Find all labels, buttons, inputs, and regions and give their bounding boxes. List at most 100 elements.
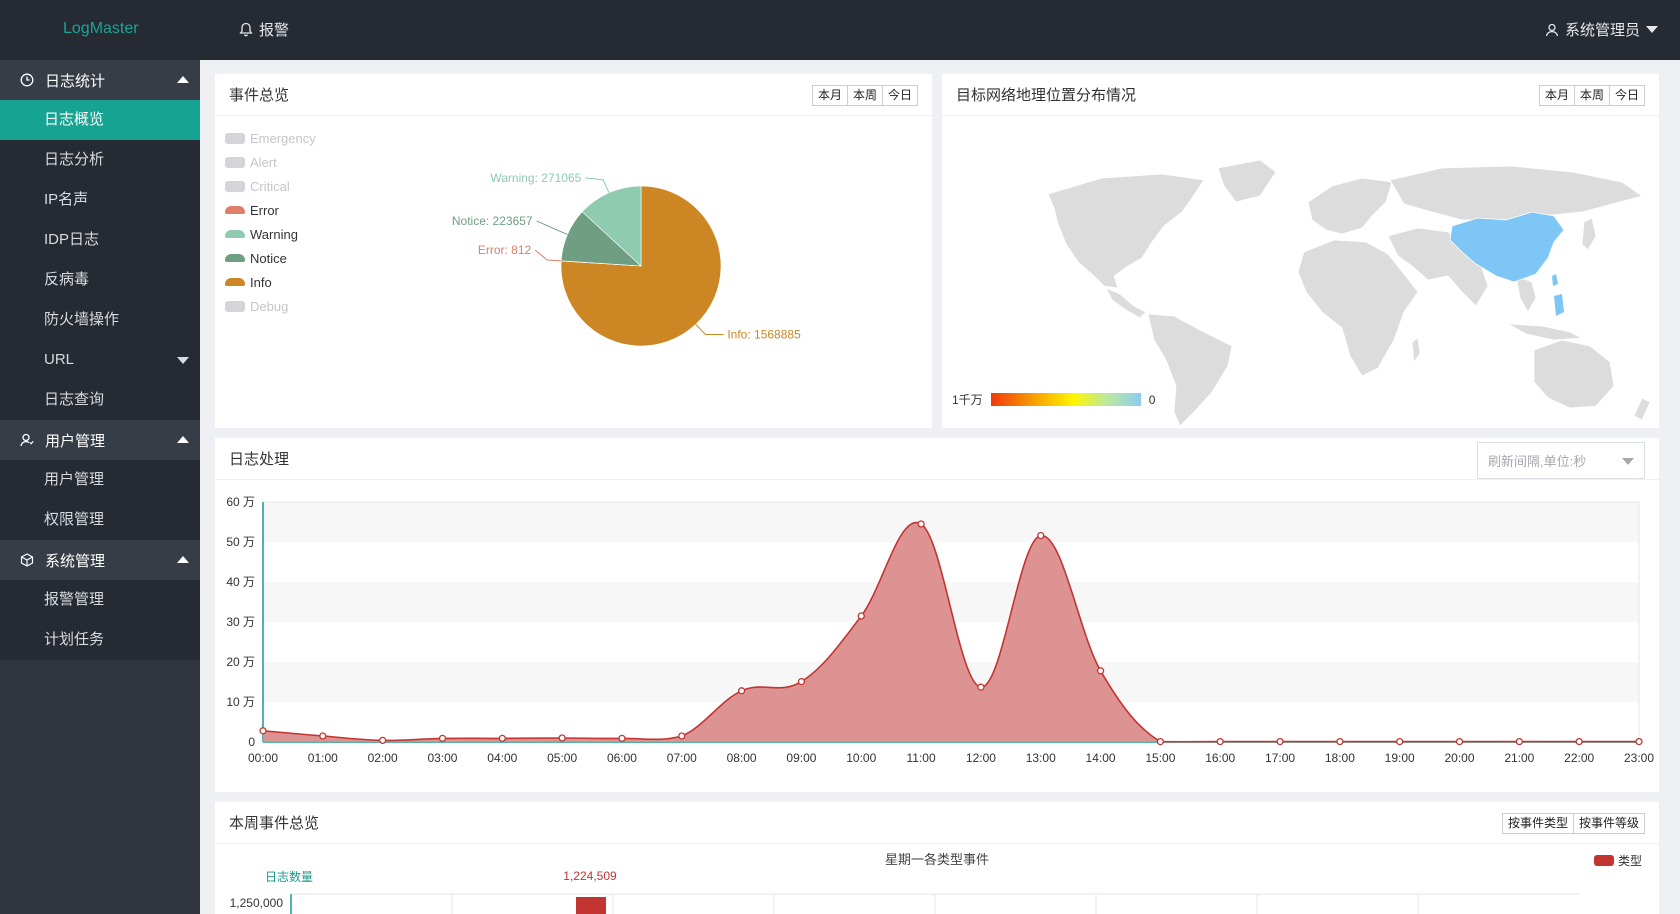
x-tick-label: 19:00: [1385, 751, 1415, 765]
panel-title: 本周事件总览: [229, 815, 320, 832]
period-button-group: 本月 本周 今日: [1538, 85, 1645, 106]
sidebar-item-label: URL: [44, 351, 75, 368]
x-tick-label: 11:00: [907, 751, 936, 765]
week-button[interactable]: 本周: [1574, 86, 1610, 105]
panel-header: 日志处理 刷新间隔,单位:秒: [215, 438, 1659, 480]
central-america-region: [1105, 287, 1147, 319]
month-button[interactable]: 本月: [1539, 86, 1575, 105]
today-button[interactable]: 今日: [1609, 86, 1644, 105]
x-tick-label: 13:00: [1026, 751, 1056, 765]
panel-header: 本周事件总览 按事件类型 按事件等级: [215, 802, 1659, 844]
europe-region: [1307, 177, 1393, 235]
sidebar-item-alert-mgmt[interactable]: 报警管理: [0, 580, 200, 620]
data-point-12[interactable]: [977, 683, 985, 691]
data-point-2[interactable]: [379, 736, 387, 745]
data-point-3[interactable]: [438, 734, 447, 743]
africa-region: [1297, 239, 1419, 377]
y-tick-label: 60 万: [226, 495, 255, 509]
legend-label: 类型: [1618, 854, 1642, 868]
australia-region: [1533, 339, 1615, 409]
data-point-8[interactable]: [737, 687, 746, 695]
new-zealand-region: [1633, 397, 1651, 421]
data-point-11[interactable]: [917, 520, 925, 528]
alert-link[interactable]: 报警: [239, 19, 289, 40]
sidebar-item-antivirus[interactable]: 反病毒: [0, 260, 200, 300]
data-point-1[interactable]: [319, 732, 327, 740]
data-point-10[interactable]: [857, 612, 865, 620]
indonesia-region: [1507, 323, 1584, 341]
by-type-button[interactable]: 按事件类型: [1502, 814, 1574, 833]
greenland-region: [1217, 159, 1277, 203]
data-point-22[interactable]: [1575, 737, 1583, 746]
sidebar-item-scheduled-tasks[interactable]: 计划任务: [0, 620, 200, 660]
month-button[interactable]: 本月: [812, 86, 848, 105]
panel-header: 目标网络地理位置分布情况 本月 本周 今日: [942, 74, 1659, 116]
sidebar-item-log-overview[interactable]: 日志概览: [0, 100, 200, 140]
data-point-17[interactable]: [1276, 737, 1284, 746]
data-point-19[interactable]: [1396, 737, 1404, 746]
pie-label-line-error: [534, 249, 562, 262]
north-america-region: [1047, 173, 1205, 289]
x-tick-label: 09:00: [786, 751, 816, 765]
today-button[interactable]: 今日: [882, 86, 917, 105]
y-tick-label: 50 万: [226, 535, 255, 549]
data-point-0[interactable]: [259, 727, 267, 735]
data-point-14[interactable]: [1096, 667, 1105, 675]
y-axis-name: 日志数量: [265, 869, 313, 884]
data-point-18[interactable]: [1336, 737, 1344, 746]
data-point-16[interactable]: [1216, 737, 1224, 746]
sidebar-item-firewall-ops[interactable]: 防火墙操作: [0, 300, 200, 340]
x-tick-label: 20:00: [1445, 751, 1475, 765]
user-icon: [1545, 23, 1559, 36]
data-point-23[interactable]: [1635, 737, 1643, 746]
week-button[interactable]: 本周: [847, 86, 883, 105]
cube-icon: [19, 552, 35, 568]
data-point-9[interactable]: [797, 677, 806, 686]
sidebar-group-label: 系统管理: [45, 552, 106, 570]
taiwan-region: [1552, 274, 1558, 286]
data-point-13[interactable]: [1037, 531, 1045, 540]
legend-swatch[interactable]: [1594, 855, 1614, 866]
north-asia-region: [1389, 165, 1643, 221]
grid-band: [263, 502, 1639, 542]
data-point-6[interactable]: [618, 734, 626, 743]
scale-min-label: 0: [1148, 392, 1156, 407]
x-tick-label: 18:00: [1325, 751, 1355, 765]
color-gradient-bar[interactable]: [990, 393, 1141, 406]
x-tick-label: 04:00: [487, 751, 517, 765]
sidebar-group-user-mgmt[interactable]: 用户管理: [0, 420, 200, 460]
app-brand[interactable]: LogMaster: [63, 20, 139, 38]
events-overview-panel: 事件总览 本月 本周 今日 Emergency Alert Critical Erro…: [215, 74, 932, 428]
chevron-down-icon: [1622, 458, 1634, 465]
data-point-20[interactable]: [1455, 737, 1464, 746]
sidebar-item-permissions[interactable]: 权限管理: [0, 500, 200, 540]
data-point-5[interactable]: [558, 734, 566, 742]
data-point-21[interactable]: [1515, 737, 1523, 746]
x-tick-label: 03:00: [427, 751, 457, 765]
sidebar-item-url[interactable]: URL: [0, 340, 200, 380]
chevron-up-icon: [177, 556, 189, 563]
data-point-15[interactable]: [1156, 737, 1165, 746]
sidebar-item-idp-log[interactable]: IDP日志: [0, 220, 200, 260]
panel-title: 事件总览: [229, 87, 290, 104]
sidebar-item-log-analysis[interactable]: 日志分析: [0, 140, 200, 180]
sidebar-item-users[interactable]: 用户管理: [0, 460, 200, 500]
log-processing-panel: 日志处理 刷新间隔,单位:秒 0 10 万 20 万 30 万 40 万 50 万 60 万…: [215, 438, 1659, 792]
refresh-interval-select[interactable]: 刷新间隔,单位:秒: [1477, 442, 1645, 479]
data-point-4[interactable]: [498, 734, 506, 743]
clock-icon: [19, 72, 35, 88]
bar[interactable]: [576, 897, 606, 914]
data-point-7[interactable]: [678, 732, 686, 740]
y-tick-label: 20 万: [226, 655, 255, 669]
x-tick-label: 00:00: [248, 751, 278, 765]
pie-label-line-info: [695, 323, 724, 336]
sidebar-item-log-query[interactable]: 日志查询: [0, 380, 200, 420]
sidebar-group-system-mgmt[interactable]: 系统管理: [0, 540, 200, 580]
x-tick-label: 06:00: [607, 751, 637, 765]
by-level-button[interactable]: 按事件等级: [1573, 814, 1644, 833]
alert-label: 报警: [259, 22, 290, 39]
sidebar-group-log-stats[interactable]: 日志统计: [0, 60, 200, 100]
sidebar-item-ip-reputation[interactable]: IP名声: [0, 180, 200, 220]
weekly-events-panel: 本周事件总览 按事件类型 按事件等级 星期一各类型事件 日志数量 类型 1,250,0…: [215, 802, 1659, 914]
user-menu[interactable]: 系统管理员: [1545, 19, 1658, 40]
